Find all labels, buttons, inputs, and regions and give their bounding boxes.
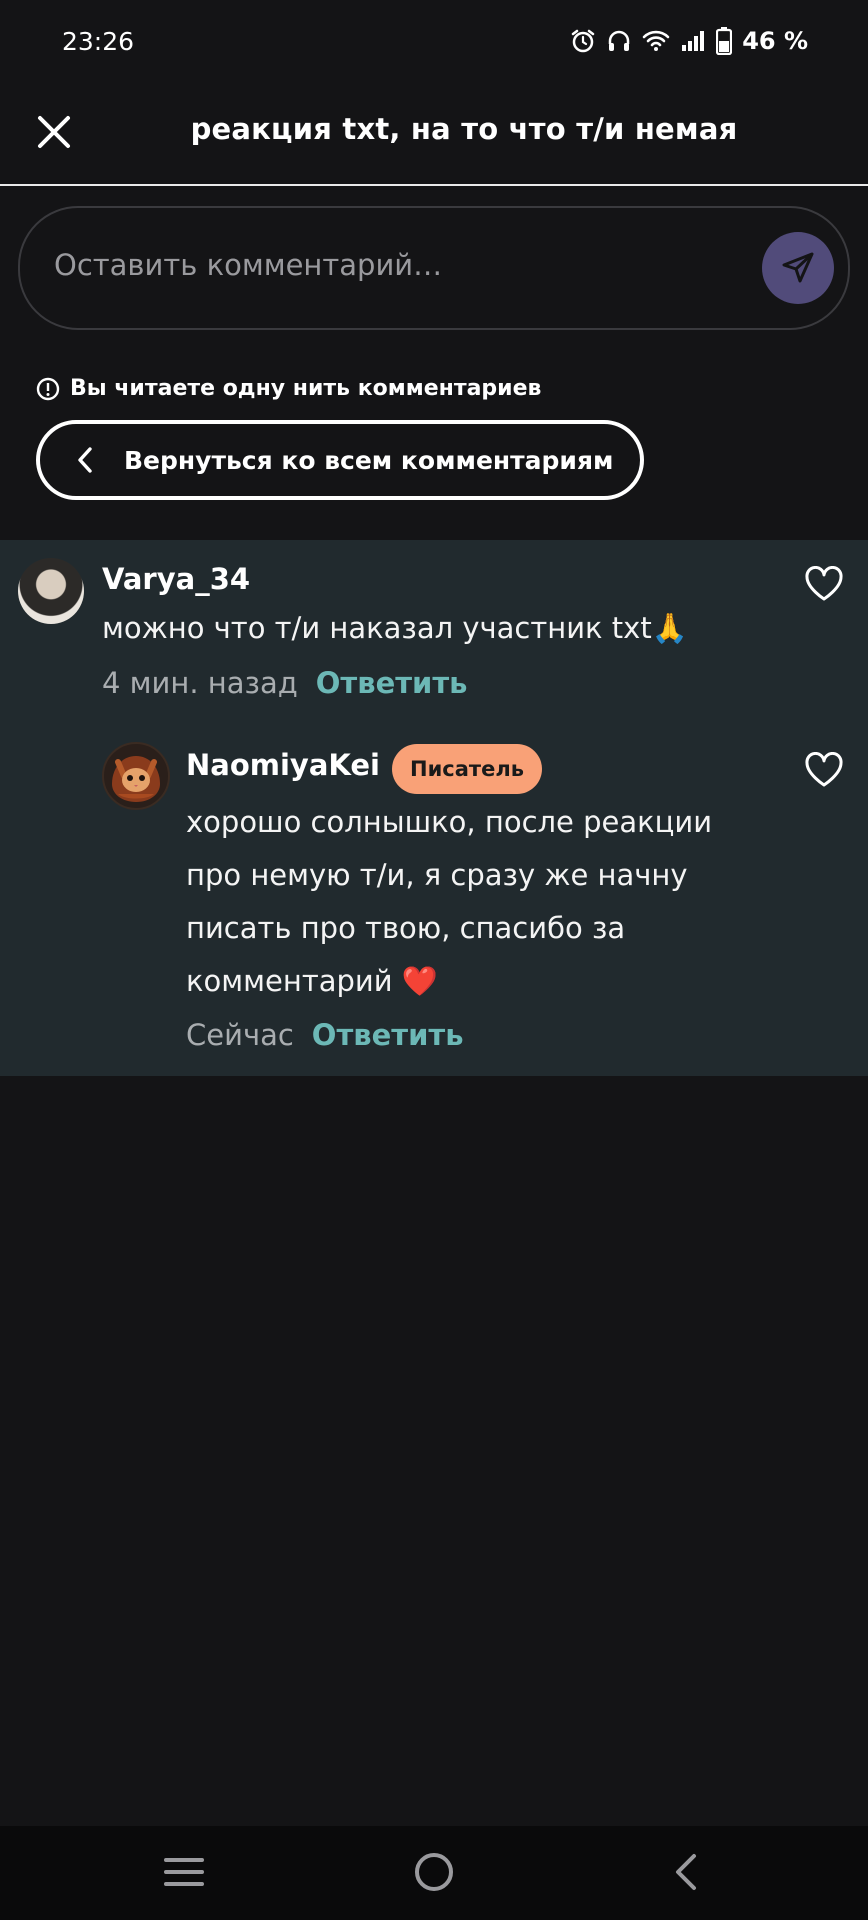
avatar[interactable] — [18, 558, 84, 624]
home-icon[interactable] — [412, 1850, 456, 1894]
comment-line: про немую т/и, я сразу же начну — [186, 858, 688, 892]
chevron-left-icon — [78, 447, 92, 473]
alarm-icon — [571, 29, 595, 53]
signal-icon — [682, 31, 705, 51]
back-button-label: Вернуться ко всем комментариям — [124, 445, 614, 475]
comment-input[interactable]: Оставить комментарий… — [18, 206, 850, 330]
status-time: 23:26 — [62, 26, 135, 56]
status-bar: 23:26 46 % — [0, 0, 868, 82]
reply-button[interactable]: Ответить — [316, 666, 468, 700]
thread-notice-text: Вы читаете одну нить комментариев — [70, 376, 542, 401]
send-icon — [782, 252, 814, 283]
info-icon — [36, 377, 60, 400]
cat-avatar-icon — [112, 756, 160, 802]
comment-thread: Varya_34 можно что т/и наказал участник … — [0, 540, 868, 1076]
comment-placeholder: Оставить комментарий… — [54, 248, 443, 282]
comment-username[interactable]: NaomiyaKei — [186, 748, 380, 782]
avatar[interactable] — [102, 742, 170, 810]
comment-time: 4 мин. назад — [102, 666, 298, 700]
comment-meta: 4 мин. назад Ответить — [102, 666, 468, 700]
comment-text: хорошо солнышко, после реакции про немую… — [186, 796, 712, 1008]
reply-button[interactable]: Ответить — [312, 1018, 464, 1052]
comment-line: писать про твою, спасибо за — [186, 911, 626, 945]
thread-notice: Вы читаете одну нить комментариев — [36, 376, 541, 401]
page-title: реакция txt, на то что т/и немая — [190, 112, 738, 146]
wifi-icon — [642, 30, 670, 51]
comment-text: можно что т/и наказал участник txt🙏 — [102, 611, 688, 645]
back-icon[interactable] — [666, 1850, 710, 1894]
close-button[interactable] — [34, 112, 74, 152]
menu-icon[interactable] — [162, 1850, 206, 1894]
system-nav-bar — [0, 1826, 868, 1920]
comment-line: комментарий ❤️ — [186, 964, 438, 998]
send-button[interactable] — [762, 232, 834, 304]
top-bar: реакция txt, на то что т/и немая — [0, 82, 868, 186]
battery-level: 46 % — [742, 27, 808, 55]
heart-icon[interactable] — [804, 752, 844, 788]
comment-line: хорошо солнышко, после реакции — [186, 805, 713, 839]
headphones-icon — [608, 30, 630, 51]
status-icons: 46 % — [570, 27, 808, 55]
battery-icon — [716, 27, 733, 55]
comment-username[interactable]: Varya_34 — [102, 562, 250, 596]
close-icon — [38, 116, 70, 148]
back-to-all-comments-button[interactable]: Вернуться ко всем комментариям — [36, 420, 644, 500]
writer-badge: Писатель — [392, 744, 542, 794]
comment-time: Сейчас — [186, 1018, 294, 1052]
comment-meta: Сейчас Ответить — [186, 1018, 464, 1052]
heart-icon[interactable] — [804, 566, 844, 602]
